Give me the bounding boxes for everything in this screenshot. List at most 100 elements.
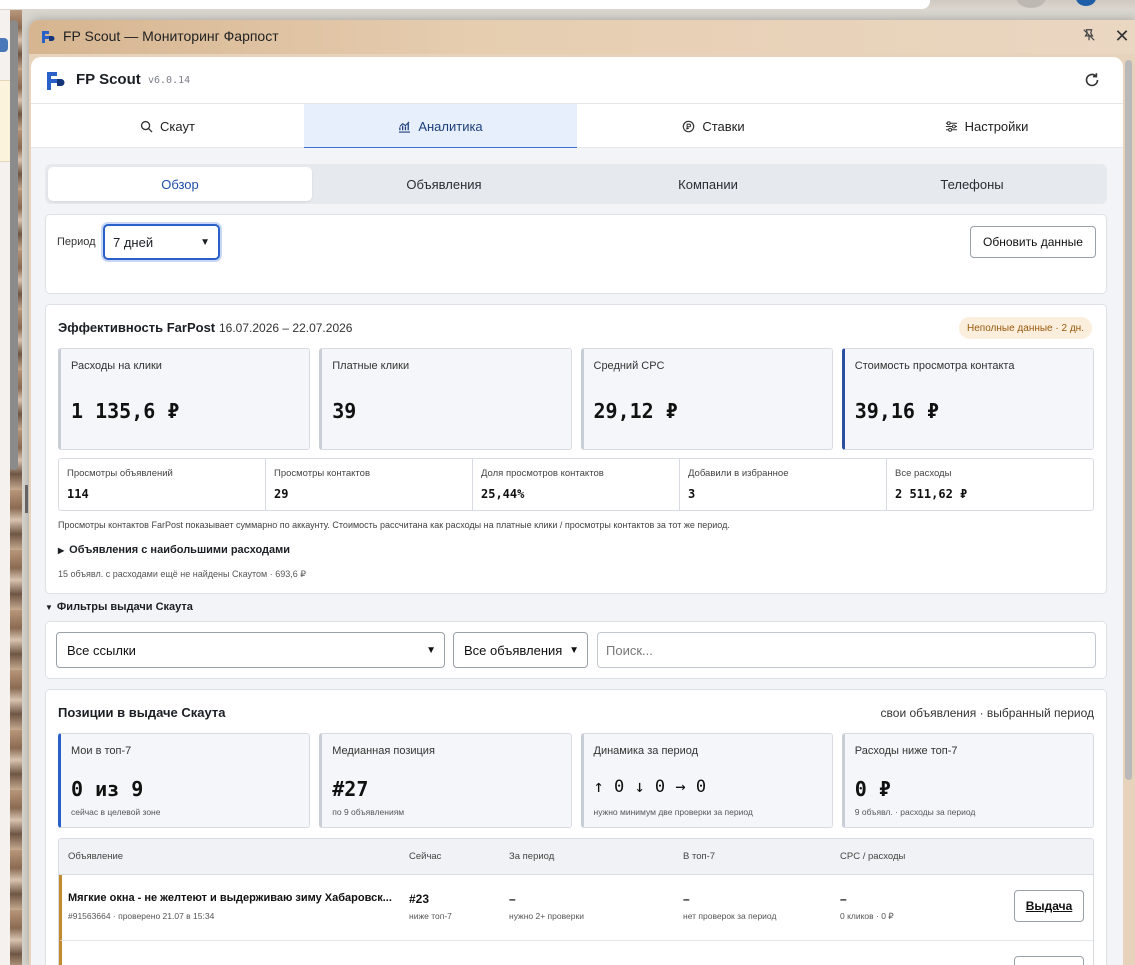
kpi-label: Средний CPC <box>593 360 665 372</box>
links-select[interactable]: Все ссылки ▼ <box>56 632 445 668</box>
kpi-value: 0 ₽ <box>854 777 891 801</box>
metric-value: 29 <box>274 487 289 501</box>
table-row[interactable]: Мягкие окна - не желтеют и выдерживаю зи… <box>59 875 1093 941</box>
metric-label: Просмотры объявлений <box>67 468 173 479</box>
tab-label: Аналитика <box>418 118 483 134</box>
fp-logo-icon <box>42 31 55 43</box>
highlight-strip <box>0 80 10 162</box>
brand-name: FP Scout <box>76 71 141 88</box>
links-selected-value: Все ссылки <box>67 642 136 658</box>
ad-title[interactable]: Мягкие окна - не желтеют и выдерживаю зи… <box>68 892 398 904</box>
kpi-sub: сейчас в целевой зоне <box>71 807 161 817</box>
chart-icon <box>399 120 411 133</box>
tab-settings[interactable]: Настройки <box>850 104 1123 148</box>
metric-total-spend: Все расходы 2 511,62 ₽ <box>887 459 1093 510</box>
browser-address-area <box>0 0 930 9</box>
kpi-label: Медианная позиция <box>332 745 435 757</box>
serp-button[interactable] <box>1014 956 1084 965</box>
metric-contact-share: Доля просмотров контактов 25,44% <box>473 459 680 510</box>
metric-label: Добавили в избранное <box>688 468 789 479</box>
filters-card: Все ссылки ▼ Все объявления ▼ <box>45 621 1107 679</box>
kpi-value: #27 <box>332 777 369 801</box>
metric-value: 3 <box>688 487 696 501</box>
close-icon[interactable]: ✕ <box>1112 26 1132 46</box>
kpi-value: 0 из 9 <box>71 777 144 801</box>
subtab-phones[interactable]: Телефоны <box>840 167 1104 201</box>
cpc-value: – <box>840 892 847 906</box>
kpi-avg-cpc: Средний CPC 29,12 ₽ <box>580 348 833 450</box>
table-row[interactable] <box>59 941 1093 965</box>
fp-brand-icon <box>47 72 65 90</box>
positions-table: Объявление Сейчас За период В топ-7 CPC … <box>58 838 1094 965</box>
chevron-down-icon: ▼ <box>200 236 210 248</box>
positions-subtitle: свои объявления · выбранный период <box>880 706 1094 720</box>
update-data-button[interactable]: Обновить данные <box>970 226 1096 258</box>
subtab-ads[interactable]: Объявления <box>312 167 576 201</box>
metric-ad-views: Просмотры объявлений 114 <box>59 459 266 510</box>
avatar <box>1016 0 1046 8</box>
pin-off-icon[interactable] <box>1081 28 1097 44</box>
analytics-content: Обзор Объявления Компании Телефоны Перио… <box>31 148 1123 965</box>
column-header: Сейчас <box>409 851 442 862</box>
tab-label: Ставки <box>702 118 745 134</box>
coin-icon <box>683 120 695 132</box>
tab-analytics[interactable]: Аналитика <box>304 104 577 149</box>
kpi-period-dynamics: Динамика за период ↑ 0 ↓ 0 → 0 нужно мин… <box>580 733 833 828</box>
triangle-right-icon: ▶ <box>58 546 65 555</box>
ads-selected-value: Все объявления <box>464 642 563 658</box>
efficiency-kpi-row: Расходы на клики 1 135,6 ₽ Платные клики… <box>58 348 1094 450</box>
efficiency-note: Просмотры контактов FarPost показывает с… <box>58 520 730 530</box>
search-input[interactable] <box>597 632 1096 668</box>
ads-select[interactable]: Все объявления ▼ <box>453 632 588 668</box>
efficiency-card: Эффективность FarPost 16.07.2026 – 22.07… <box>45 304 1107 594</box>
kpi-median-position: Медианная позиция #27 по 9 объявлениям <box>319 733 572 828</box>
refresh-icon[interactable] <box>1083 71 1101 89</box>
metric-label: Доля просмотров контактов <box>481 468 604 479</box>
metric-label: Все расходы <box>895 468 952 479</box>
kpi-value: 29,12 ₽ <box>593 399 678 423</box>
kpi-value: ↑ 0 ↓ 0 → 0 <box>593 777 707 797</box>
details-label: Объявления с наибольшими расходами <box>69 544 291 556</box>
tab-scout[interactable]: Скаут <box>31 104 304 148</box>
period-selected-value: 7 дней <box>113 234 154 250</box>
app-header: FP Scout v6.0.14 <box>31 57 1123 103</box>
kpi-value: 39 <box>332 399 357 423</box>
background-splitter <box>25 485 28 513</box>
column-header: Объявление <box>68 851 124 862</box>
top7-value: – <box>683 892 690 906</box>
subtab-overview[interactable]: Обзор <box>48 167 312 201</box>
top-spend-ads-toggle[interactable]: ▶ Объявления с наибольшими расходами <box>58 544 290 556</box>
scout-filters-toggle[interactable]: ▼ Фильтры выдачи Скаута <box>45 601 193 613</box>
serp-button[interactable]: Выдача <box>1014 890 1084 922</box>
current-position-note: ниже топ-7 <box>409 911 452 921</box>
column-header: В топ-7 <box>683 851 716 862</box>
kpi-value: 1 135,6 ₽ <box>71 399 180 423</box>
tab-bids[interactable]: Ставки <box>577 104 850 148</box>
kpi-label: Мои в топ-7 <box>71 745 132 757</box>
main-panel: FP Scout v6.0.14 Скаут Аналитика Ставки <box>31 57 1123 965</box>
kpi-sub: 9 объявл. · расходы за период <box>854 807 976 817</box>
tab-label: Скаут <box>160 118 195 134</box>
window-title: FP Scout — Мониторинг Фарпост <box>63 28 279 44</box>
profile-icon <box>1076 0 1096 6</box>
efficiency-title: Эффективность FarPost <box>58 320 216 335</box>
kpi-click-spend: Расходы на клики 1 135,6 ₽ <box>58 348 311 450</box>
kpi-paid-clicks: Платные клики 39 <box>319 348 572 450</box>
background-scrollbar[interactable] <box>10 20 18 470</box>
kpi-label: Платные клики <box>332 360 410 372</box>
metric-favorites: Добавили в избранное 3 <box>680 459 887 510</box>
chevron-down-icon: ▼ <box>569 644 579 656</box>
table-header: Объявление Сейчас За период В топ-7 CPC … <box>59 839 1093 875</box>
subtab-companies[interactable]: Компании <box>576 167 840 201</box>
metric-value: 25,44% <box>481 487 525 501</box>
window-titlebar: FP Scout — Мониторинг Фарпост ✕ <box>29 20 1135 54</box>
kpi-contact-view-cost: Стоимость просмотра контакта 39,16 ₽ <box>841 348 1094 450</box>
efficiency-metric-row: Просмотры объявлений 114 Просмотры конта… <box>58 458 1094 511</box>
period-select[interactable]: 7 дней ▼ <box>103 224 220 260</box>
tab-label: Настройки <box>964 118 1029 134</box>
main-scrollbar[interactable] <box>1125 60 1132 780</box>
main-tabs: Скаут Аналитика Ставки Настройки <box>31 103 1123 149</box>
app-window: FP Scout — Мониторинг Фарпост ✕ FP Scout… <box>29 20 1135 965</box>
top7-note: нет проверок за период <box>683 911 777 921</box>
sliders-icon <box>945 120 957 132</box>
